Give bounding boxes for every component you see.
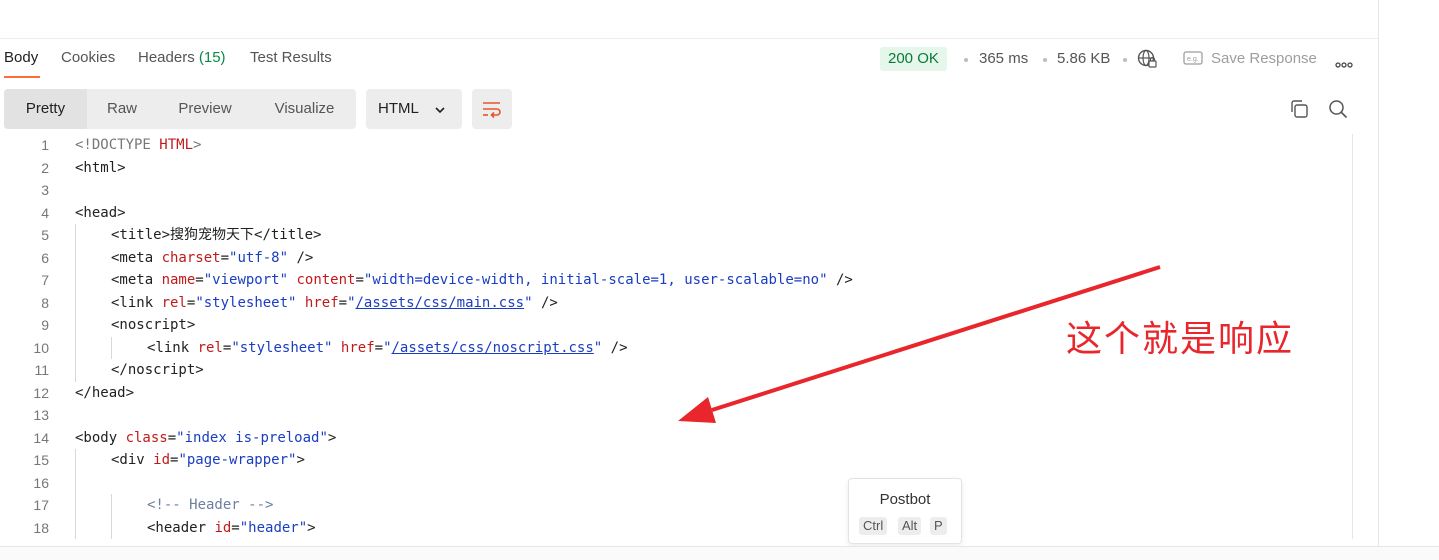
shortcut-key-alt: Alt (898, 517, 922, 535)
shortcut-key-p: P (930, 517, 947, 535)
postbot-shortcut-popover[interactable]: Postbot Ctrl Alt P (848, 478, 962, 544)
shortcut-key-ctrl: Ctrl (859, 517, 888, 535)
postbot-title: Postbot (879, 491, 931, 508)
bottom-status-bar (0, 546, 1439, 560)
annotation-text: 这个就是响应 (1066, 319, 1295, 360)
annotation-arrow (678, 265, 1161, 423)
